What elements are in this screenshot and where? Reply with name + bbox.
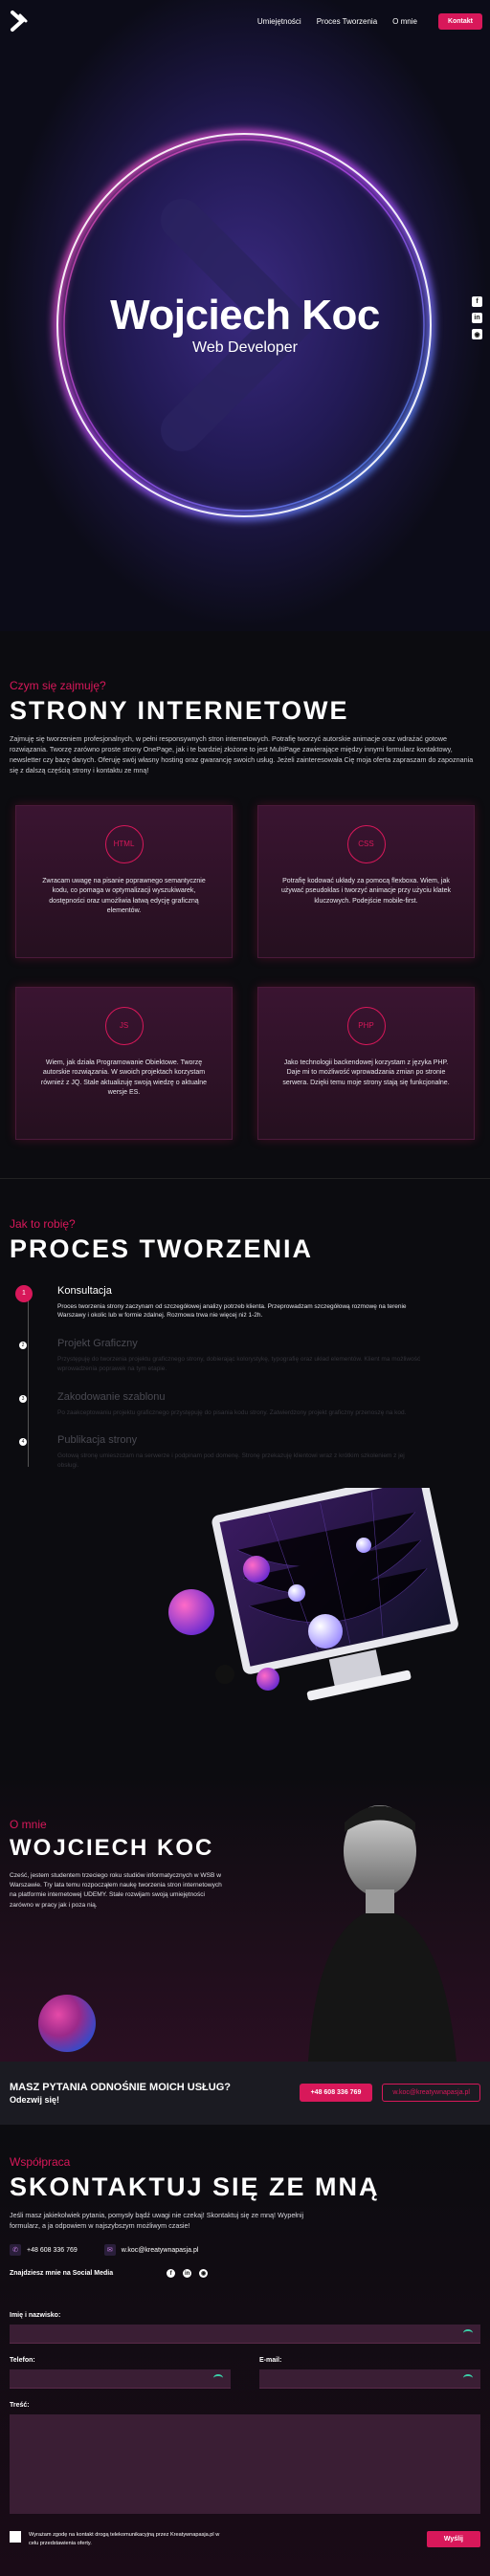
social-label: Znajdziesz mnie na Social Media (10, 2270, 114, 2278)
github-icon[interactable]: ◉ (472, 329, 482, 339)
cta-email-button[interactable]: w.koc@kreatywnapasja.pl (382, 2084, 480, 2103)
skill-card-html: HTML Zwracam uwagę na pisanie poprawnego… (15, 804, 233, 958)
skill-card-php: PHP Jako technologii backendowej korzyst… (257, 986, 475, 1140)
skill-card-js: JS Wiem, jak działa Programowanie Obiekt… (15, 986, 233, 1140)
field-status-icon (463, 2374, 473, 2382)
services-intro: Zajmuję się tworzeniem profesjonalnych, … (10, 734, 474, 775)
email-field[interactable] (259, 2369, 480, 2390)
consent-checkbox[interactable] (10, 2531, 21, 2543)
step-text: Po zaakceptowaniu projektu graficznego p… (57, 1408, 407, 1416)
contact-phone[interactable]: ✆ +48 608 336 769 (10, 2244, 78, 2257)
name-field[interactable] (10, 2325, 480, 2345)
step-text: Proces tworzenia strony zaczynam od szcz… (57, 1302, 407, 1320)
nav-link-skills[interactable]: Umiejętności (257, 17, 301, 26)
facebook-icon[interactable]: f (472, 296, 482, 307)
email-label: E-mail: (259, 2357, 282, 2365)
steps-timeline (28, 1294, 29, 1467)
skills-cards: HTML Zwracam uwagę na pisanie poprawnego… (10, 804, 480, 1140)
js-badge-icon: JS (104, 1006, 144, 1045)
contact-section: Współpraca SKONTAKTUJ SIĘ ZE MNĄ Jeśli m… (0, 2124, 490, 2576)
facebook-icon[interactable]: f (167, 2269, 176, 2279)
hero-title: Wojciech Koc (110, 292, 380, 338)
about-text: Cześć, jestem studentem trzeciego roku s… (10, 1871, 222, 1909)
contact-email-text: w.koc@kreatywnapasja.pl (121, 2246, 199, 2254)
nav-link-about[interactable]: O mnie (392, 17, 417, 26)
send-button[interactable]: Wyślij (426, 2531, 480, 2548)
html-badge-icon: HTML (104, 824, 144, 863)
social-media-row: Znajdziesz mnie na Social Media f in ◉ (10, 2269, 480, 2279)
step-title: Konsultacja (57, 1284, 112, 1297)
nav-link-process[interactable]: Proces Tworzenia (317, 17, 377, 26)
github-icon[interactable]: ◉ (199, 2269, 209, 2279)
message-label: Treść: (10, 2402, 30, 2410)
top-navigation: Umiejętności Proces Tworzenia O mnie Kon… (0, 0, 490, 42)
services-title: STRONY INTERNETOWE (10, 696, 349, 725)
hero-social-links: f in ◉ (472, 296, 482, 339)
hero-section: Wojciech Koc Web Developer f in ◉ (0, 0, 490, 631)
cta-sub: Odezwij się! (10, 2094, 60, 2105)
mail-icon: ✉ (103, 2244, 116, 2257)
linkedin-icon[interactable]: in (183, 2269, 192, 2279)
css-badge-icon: CSS (346, 824, 386, 863)
process-step[interactable]: 1 Konsultacja Proces tworzenia strony za… (15, 1284, 480, 1321)
about-section: O mnie WOJCIECH KOC Cześć, jestem studen… (0, 1774, 490, 2062)
cta-question: MASZ PYTANIA ODNOŚNIE MOICH USŁUG? (10, 2081, 231, 2093)
skill-card-css: CSS Potrafię kodować układy za pomocą fl… (257, 804, 475, 958)
skill-card-text: Zwracam uwagę na pisanie poprawnego sema… (42, 877, 206, 915)
process-section: Jak to robię? PROCES TWORZENIA 1 Konsult… (0, 1177, 490, 1775)
step-title: Zakodowanie szablonu (57, 1390, 166, 1403)
social-icons: f in ◉ (167, 2269, 209, 2279)
consent-text: Wyrażam zgodę na kontakt drogą telekomun… (29, 2532, 220, 2546)
contact-email[interactable]: ✉ w.koc@kreatywnapasja.pl (103, 2244, 199, 2257)
step-title: Projekt Graficzny (57, 1338, 138, 1350)
process-kicker: Jak to robię? (10, 1216, 76, 1231)
process-step[interactable]: 2 Projekt Graficzny Przystępuję do tworz… (19, 1338, 480, 1374)
brand-logo-icon[interactable] (8, 9, 31, 33)
step-number: 1 (15, 1284, 33, 1302)
contact-kicker: Współpraca (10, 2154, 71, 2169)
phone-field[interactable] (10, 2369, 231, 2390)
name-label: Imię i nazwisko: (10, 2312, 61, 2320)
step-text: Gotową stronę umieszczam na serwerze i p… (57, 1452, 405, 1470)
skill-card-text: Jako technologii backendowej korzystam z… (282, 1059, 450, 1086)
computer-illustration (10, 1472, 480, 1775)
process-step[interactable]: 3 Zakodowanie szablonu Po zaakceptowaniu… (19, 1390, 480, 1418)
process-title: PROCES TWORZENIA (10, 1233, 314, 1263)
process-step[interactable]: 4 Publikacja strony Gotową stronę umiesz… (19, 1434, 480, 1471)
decorative-sphere (38, 1994, 96, 2052)
contact-intro: Jeśli masz jakiekolwiek pytania, pomysły… (10, 2210, 304, 2231)
portrait-photo (308, 1804, 457, 2062)
field-status-icon (213, 2374, 223, 2382)
step-number: 2 (19, 1342, 27, 1350)
process-steps: 1 Konsultacja Proces tworzenia strony za… (10, 1284, 480, 1471)
nav-contact-button[interactable]: Kontakt (437, 12, 482, 30)
step-number: 4 (19, 1438, 27, 1447)
message-field[interactable] (10, 2414, 480, 2515)
phone-icon: ✆ (10, 2244, 21, 2257)
php-badge-icon: PHP (346, 1006, 386, 1045)
contact-form: Imię i nazwisko: Telefon: E-mail: Treść:… (10, 2312, 480, 2548)
contact-title: SKONTAKTUJ SIĘ ZE MNĄ (10, 2172, 380, 2201)
step-text: Przystępuję do tworzenia projektu grafic… (57, 1356, 421, 1372)
services-section: Czym się zajmuję? STRONY INTERNETOWE Zaj… (0, 631, 490, 1178)
cta-bar: MASZ PYTANIA ODNOŚNIE MOICH USŁUG? Odezw… (0, 2061, 490, 2125)
nav-links: Umiejętności Proces Tworzenia O mnie Kon… (257, 12, 482, 30)
cta-text: MASZ PYTANIA ODNOŚNIE MOICH USŁUG? Odezw… (10, 2082, 231, 2105)
linkedin-icon[interactable]: in (472, 313, 482, 323)
field-status-icon (463, 2329, 473, 2337)
step-title: Publikacja strony (57, 1434, 138, 1447)
cta-phone-button[interactable]: +48 608 336 769 (299, 2084, 373, 2103)
skill-card-text: Wiem, jak działa Programowanie Obiektowe… (40, 1059, 208, 1097)
phone-label: Telefon: (10, 2357, 35, 2365)
contact-phone-text: +48 608 336 769 (27, 2246, 78, 2254)
hero-subtitle: Web Developer (192, 339, 298, 356)
skill-card-text: Potrafię kodować układy za pomocą flexbo… (280, 877, 451, 905)
contact-details: ✆ +48 608 336 769 ✉ w.koc@kreatywnapasja… (10, 2244, 480, 2257)
step-number: 3 (19, 1394, 27, 1403)
consent-row: Wyrażam zgodę na kontakt drogą telekomun… (10, 2531, 480, 2548)
services-kicker: Czym się zajmuję? (10, 679, 106, 692)
